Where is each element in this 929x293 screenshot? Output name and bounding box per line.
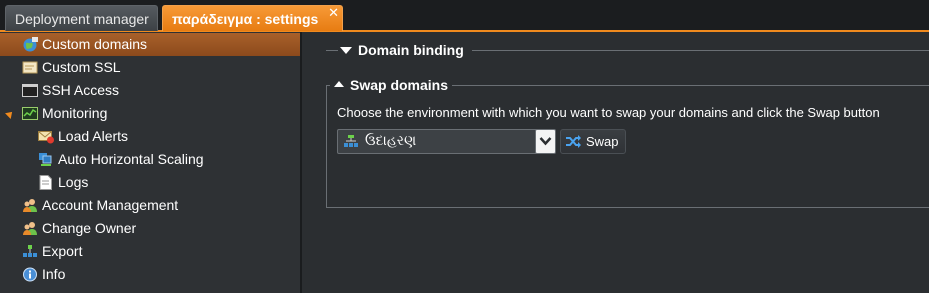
sidebar-item-label: Auto Horizontal Scaling — [58, 151, 204, 167]
sidebar-item-custom-domains[interactable]: Custom domains — [0, 33, 300, 56]
sidebar-item-label: Change Owner — [42, 220, 137, 236]
sidebar-item-label: SSH Access — [42, 82, 120, 98]
monitor-chart-icon — [22, 107, 38, 120]
section-title: Domain binding — [358, 42, 464, 58]
terminal-icon — [22, 84, 38, 97]
swap-domains-header[interactable]: Swap domains — [334, 77, 448, 93]
tab-label: παράδειγμα : settings — [172, 11, 319, 27]
sidebar-item-logs[interactable]: Logs — [0, 171, 300, 194]
sidebar-item-change-owner[interactable]: Change Owner — [0, 217, 300, 240]
certificate-icon — [22, 61, 38, 74]
sidebar-item-label: Monitoring — [42, 105, 108, 121]
sidebar-item-label: Logs — [58, 174, 89, 190]
sidebar: Custom domains Custom SSL SSH Access Mon… — [0, 32, 302, 293]
sidebar-item-label: Custom domains — [42, 36, 148, 52]
swap-hint-text: Choose the environment with which you wa… — [337, 105, 880, 120]
change-owner-icon — [23, 222, 37, 235]
sidebar-item-info[interactable]: Info — [0, 263, 300, 286]
environment-value: ઉદાહરણ — [365, 132, 417, 148]
swap-button[interactable]: Swap — [560, 129, 626, 154]
environment-dropdown-button[interactable] — [535, 129, 556, 154]
swap-domains-legend[interactable]: Swap domains — [330, 77, 453, 95]
main-panel: Domain binding Swap domains Choose the e… — [302, 32, 929, 293]
section-title: Swap domains — [350, 77, 449, 93]
sidebar-item-label: Custom SSL — [42, 59, 121, 75]
swap-button-label: Swap — [586, 134, 619, 149]
document-icon — [39, 175, 52, 190]
domain-binding-header[interactable]: Domain binding — [340, 42, 464, 58]
sidebar-item-auto-horizontal-scaling[interactable]: Auto Horizontal Scaling — [0, 148, 300, 171]
sidebar-item-label: Load Alerts — [58, 128, 129, 144]
tab-label: Deployment manager — [15, 11, 149, 27]
sidebar-item-export[interactable]: Export — [0, 240, 300, 263]
chevron-down-icon — [539, 137, 552, 146]
tab-settings[interactable]: παράδειγμα : settings ✕ — [162, 5, 343, 31]
sidebar-item-account-management[interactable]: Account Management — [0, 194, 300, 217]
alert-mail-icon — [38, 131, 54, 144]
expand-toggle-icon[interactable] — [340, 46, 352, 54]
export-icon — [23, 245, 37, 257]
sidebar-item-ssh-access[interactable]: SSH Access — [0, 79, 300, 102]
sidebar-item-label: Export — [42, 243, 83, 259]
sidebar-item-monitoring[interactable]: Monitoring — [0, 102, 300, 125]
sidebar-item-label: Info — [42, 266, 66, 282]
shuffle-icon — [566, 135, 581, 148]
collapse-toggle-icon[interactable] — [334, 81, 344, 88]
sidebar-item-custom-ssl[interactable]: Custom SSL — [0, 56, 300, 79]
sidebar-item-label: Account Management — [42, 197, 179, 213]
globe-icon — [23, 37, 38, 52]
expand-caret-icon[interactable] — [5, 109, 15, 119]
environment-icon — [344, 135, 358, 147]
users-icon — [23, 199, 37, 212]
sidebar-item-load-alerts[interactable]: Load Alerts — [0, 125, 300, 148]
divider — [472, 50, 929, 51]
info-icon — [23, 267, 37, 282]
tab-bar: Deployment manager παράδειγμα : settings… — [0, 0, 929, 32]
tab-deployment-manager[interactable]: Deployment manager — [5, 5, 158, 31]
close-icon[interactable]: ✕ — [328, 0, 339, 26]
environment-select[interactable]: ઉદાહરણ — [337, 129, 554, 154]
divider — [326, 50, 338, 51]
scaling-icon — [39, 153, 52, 166]
